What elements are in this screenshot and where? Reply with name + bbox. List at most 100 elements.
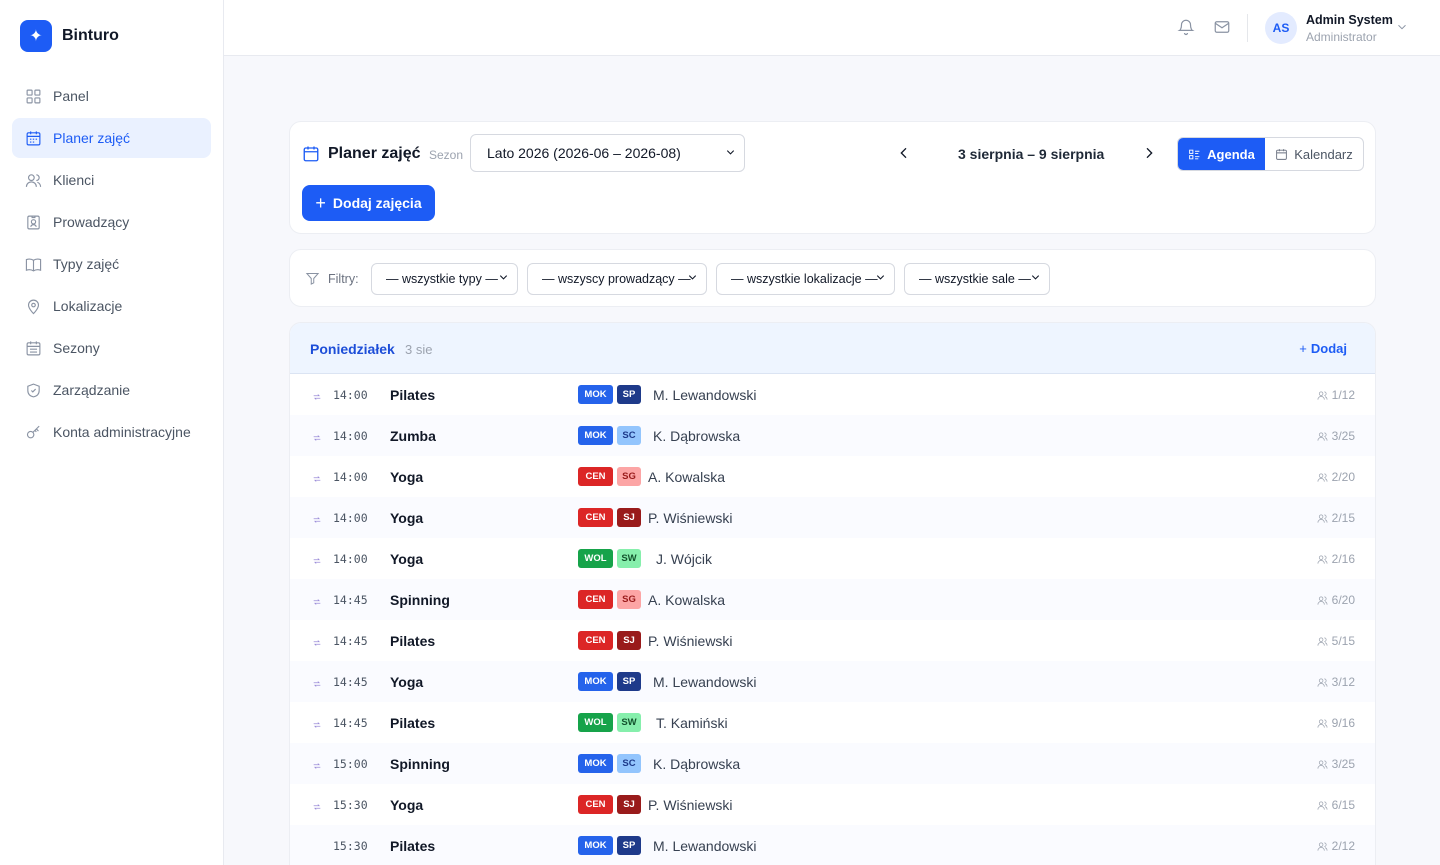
class-name: Spinning xyxy=(390,756,450,772)
class-time: 15:00 xyxy=(333,757,368,771)
map-pin-icon xyxy=(24,297,42,315)
location-badge: MOK xyxy=(578,836,613,855)
users-icon xyxy=(1317,472,1328,482)
table-row[interactable]: 14:45 Spinning CEN SG A. Kowalska 6/20 xyxy=(290,579,1375,620)
filter-icon xyxy=(305,271,320,291)
users-icon xyxy=(1317,800,1328,810)
capacity-value: 6/15 xyxy=(1331,798,1355,812)
class-capacity: 3/25 xyxy=(1317,757,1355,771)
sidebar-item-lokalizacje[interactable]: Lokalizacje xyxy=(12,286,211,326)
shield-icon xyxy=(24,381,42,399)
repeat-icon xyxy=(312,635,322,653)
capacity-value: 3/25 xyxy=(1331,757,1355,771)
user-name[interactable]: Admin System xyxy=(1306,13,1393,27)
table-row[interactable]: 15:30 Yoga CEN SJ P. Wiśniewski 6/15 xyxy=(290,784,1375,825)
sidebar-item-panel[interactable]: Panel xyxy=(12,76,211,116)
room-filter-select[interactable]: — wszystkie sale — xyxy=(904,263,1050,295)
agenda-view-button[interactable]: Agenda xyxy=(1178,138,1265,170)
table-row[interactable]: 14:45 Pilates WOL SW T. Kamiński 9/16 xyxy=(290,702,1375,743)
room-filter-value: — wszystkie sale — xyxy=(919,272,1031,286)
chevron-down-icon[interactable] xyxy=(1395,20,1409,39)
location-badges: CEN SJ xyxy=(578,631,645,650)
sidebar-item-konta-administracyjne[interactable]: Konta administracyjne xyxy=(12,412,211,452)
table-row[interactable]: 14:00 Yoga CEN SJ P. Wiśniewski 2/15 xyxy=(290,497,1375,538)
sidebar-item-sezony[interactable]: Sezony xyxy=(12,328,211,368)
type-filter-select[interactable]: — wszystkie typy — xyxy=(371,263,518,295)
class-name: Yoga xyxy=(390,674,424,690)
table-row[interactable]: 14:00 Zumba MOK SC K. Dąbrowska 3/25 xyxy=(290,415,1375,456)
class-name: Yoga xyxy=(390,510,424,526)
previous-week-button[interactable] xyxy=(896,145,914,163)
sidebar-item-label: Typy zajęć xyxy=(53,256,120,272)
location-filter-select[interactable]: — wszystkie lokalizacje — xyxy=(716,263,895,295)
location-badges: MOK SC xyxy=(578,754,645,773)
table-row[interactable]: 15:30 Pilates MOK SP M. Lewandowski 2/12 xyxy=(290,825,1375,865)
class-capacity: 2/16 xyxy=(1317,552,1355,566)
class-instructor: P. Wiśniewski xyxy=(648,633,733,649)
location-badge: CEN xyxy=(578,590,613,609)
sidebar: ✦ Binturo Panel Planer zajęć Klienci Pro… xyxy=(0,0,224,865)
next-week-button[interactable] xyxy=(1141,145,1159,163)
add-to-day-button[interactable]: + Dodaj xyxy=(1299,341,1347,356)
chevron-down-icon xyxy=(725,145,736,161)
table-row[interactable]: 14:00 Yoga CEN SG A. Kowalska 2/20 xyxy=(290,456,1375,497)
season-select[interactable]: Lato 2026 (2026-06 – 2026-08) xyxy=(470,134,745,172)
class-instructor: K. Dąbrowska xyxy=(653,756,741,772)
sidebar-item-label: Klienci xyxy=(53,172,95,188)
repeat-icon xyxy=(312,512,322,530)
table-row[interactable]: 15:00 Spinning MOK SC K. Dąbrowska 3/25 xyxy=(290,743,1375,784)
class-capacity: 9/16 xyxy=(1317,716,1355,730)
table-row[interactable]: 14:00 Pilates MOK SP M. Lewandowski 1/12 xyxy=(290,374,1375,415)
class-time: 14:45 xyxy=(333,716,368,730)
class-name: Yoga xyxy=(390,797,424,813)
calendar-view-button[interactable]: Kalendarz xyxy=(1265,138,1363,170)
sidebar-nav: Panel Planer zajęć Klienci Prowadzący Ty… xyxy=(0,76,223,452)
class-capacity: 3/12 xyxy=(1317,675,1355,689)
capacity-value: 1/12 xyxy=(1331,388,1355,402)
room-badge: SP xyxy=(617,836,641,855)
instructor-filter-select[interactable]: — wszyscy prowadzący — xyxy=(527,263,707,295)
repeat-icon xyxy=(312,553,322,571)
sidebar-item-label: Prowadzący xyxy=(53,214,130,230)
sidebar-item-planer-zajęć[interactable]: Planer zajęć xyxy=(12,118,211,158)
room-badge: SG xyxy=(617,467,641,486)
location-badge: WOL xyxy=(578,549,613,568)
brand-name: Binturo xyxy=(62,27,119,44)
sidebar-item-zarządzanie[interactable]: Zarządzanie xyxy=(12,370,211,410)
room-badge: SJ xyxy=(617,795,641,814)
chevron-down-icon xyxy=(498,272,509,286)
sidebar-item-prowadzący[interactable]: Prowadzący xyxy=(12,202,211,242)
class-instructor: P. Wiśniewski xyxy=(648,797,733,813)
location-badge: CEN xyxy=(578,631,613,650)
repeat-icon xyxy=(312,471,322,489)
sidebar-item-klienci[interactable]: Klienci xyxy=(12,160,211,200)
calendar-icon xyxy=(1276,148,1288,160)
class-instructor: M. Lewandowski xyxy=(653,387,757,403)
header-divider xyxy=(1247,14,1248,42)
users-icon xyxy=(1317,759,1328,769)
capacity-value: 5/15 xyxy=(1331,634,1355,648)
table-row[interactable]: 14:00 Yoga WOL SW J. Wójcik 2/16 xyxy=(290,538,1375,579)
topbar: AS Admin System Administrator xyxy=(224,0,1440,56)
class-instructor: J. Wójcik xyxy=(656,551,712,567)
location-filter-value: — wszystkie lokalizacje — xyxy=(731,272,878,286)
location-badge: MOK xyxy=(578,672,613,691)
mail-icon[interactable] xyxy=(1213,18,1233,38)
brand[interactable]: ✦ Binturo xyxy=(0,0,223,72)
add-class-button[interactable]: + Dodaj zajęcia xyxy=(302,185,435,221)
table-row[interactable]: 14:45 Pilates CEN SJ P. Wiśniewski 5/15 xyxy=(290,620,1375,661)
class-time: 15:30 xyxy=(333,839,368,853)
day-date: 3 sie xyxy=(405,342,433,357)
add-class-label: Dodaj zajęcia xyxy=(332,195,422,211)
bell-icon[interactable] xyxy=(1177,18,1197,38)
capacity-value: 3/25 xyxy=(1331,429,1355,443)
avatar[interactable]: AS xyxy=(1265,12,1297,44)
capacity-value: 2/20 xyxy=(1331,470,1355,484)
sidebar-item-typy-zajęć[interactable]: Typy zajęć xyxy=(12,244,211,284)
grid-icon xyxy=(24,87,42,105)
sparkle-logo-icon: ✦ xyxy=(20,20,52,52)
location-badges: MOK SP xyxy=(578,836,645,855)
users-icon xyxy=(1317,554,1328,564)
class-capacity: 2/12 xyxy=(1317,839,1355,853)
table-row[interactable]: 14:45 Yoga MOK SP M. Lewandowski 3/12 xyxy=(290,661,1375,702)
